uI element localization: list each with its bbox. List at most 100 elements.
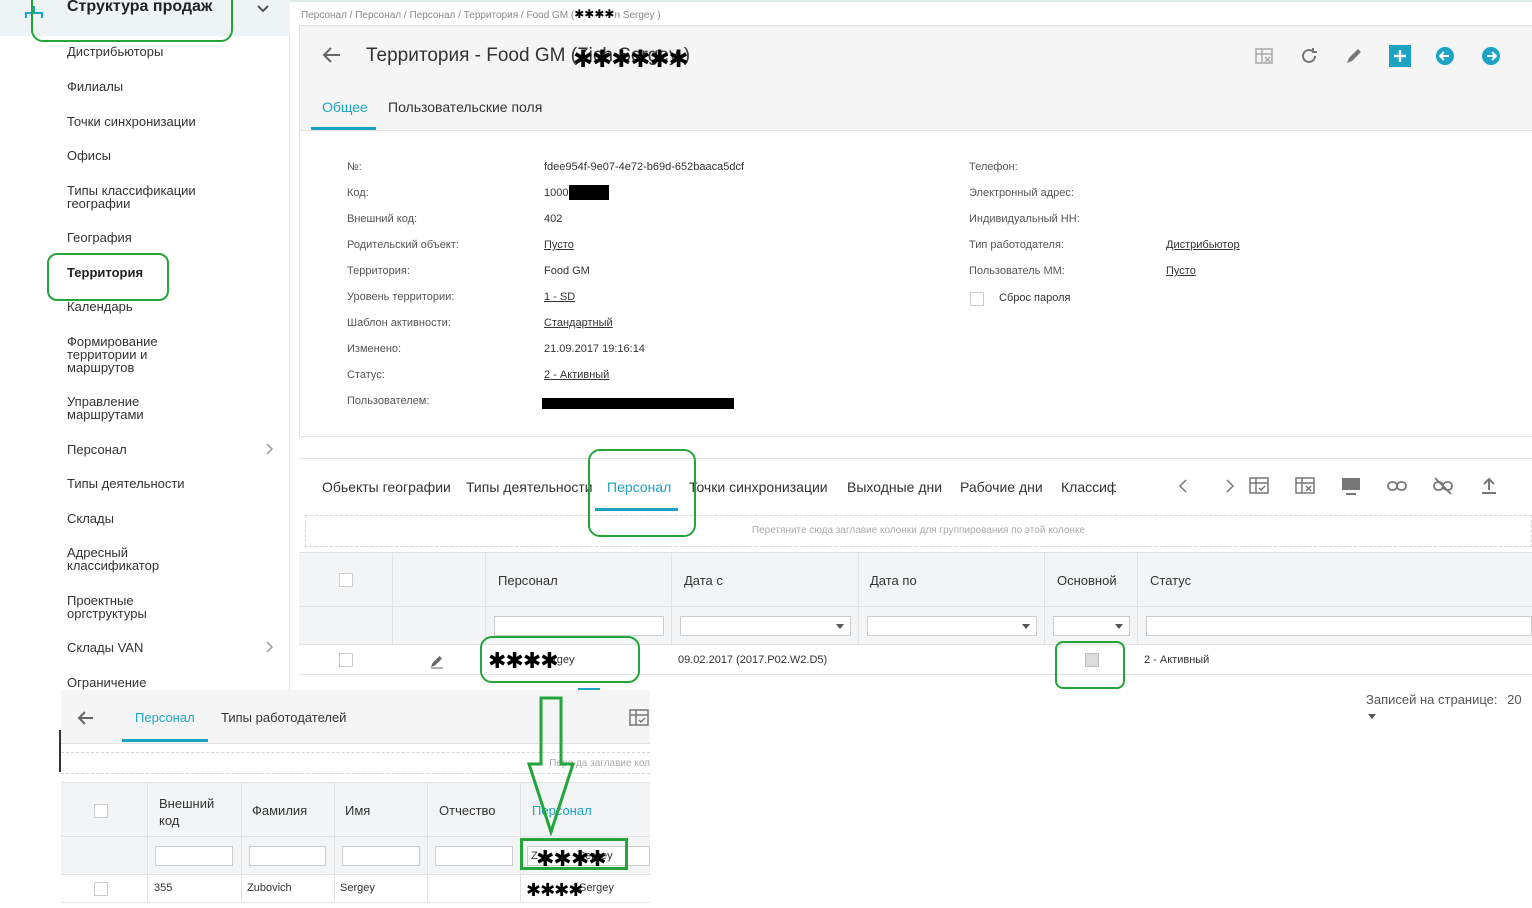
sidebar-item-personnel[interactable]: Персонал (67, 443, 227, 456)
back-arrow-icon[interactable] (322, 46, 342, 64)
dropdown-arrow-icon[interactable] (1368, 714, 1376, 719)
grid-check-icon[interactable] (1248, 475, 1270, 497)
field-value-territory-level-link[interactable]: 1 - SD (544, 291, 575, 303)
lookup-filter-last-name[interactable] (249, 846, 326, 866)
lookup-row-checkbox[interactable] (94, 882, 108, 896)
sidebar-item-project-orgstructures[interactable]: Проектные оргструктуры (67, 594, 167, 620)
title-redacted: ✱✱✱✱✱✱ (573, 46, 689, 73)
tab-activity-types[interactable]: Типы деятельности (466, 479, 593, 495)
add-icon[interactable] (1389, 45, 1411, 67)
column-primary[interactable]: Основной (1057, 573, 1117, 588)
chevron-right-icon[interactable] (1223, 475, 1237, 497)
row-checkbox[interactable] (339, 653, 353, 667)
monitor-user-icon[interactable] (1340, 475, 1362, 497)
field-value-status-link[interactable]: 2 - Активный (544, 369, 609, 381)
back-arrow-icon[interactable] (77, 710, 95, 726)
filter-date-from-select[interactable] (680, 616, 851, 636)
lookup-tab-personnel[interactable]: Персонал (135, 710, 195, 725)
filter-personnel-input[interactable] (494, 616, 664, 636)
edit-pencil-icon[interactable] (1344, 46, 1364, 66)
lookup-column-middle-name[interactable]: Отчество (439, 803, 496, 818)
sidebar-item-distributors[interactable]: Дистрибьюторы (67, 45, 227, 58)
tab-work-days[interactable]: Рабочие дни (960, 479, 1043, 495)
unlink-icon[interactable] (1432, 475, 1454, 497)
lookup-column-last-name[interactable]: Фамилия (252, 803, 307, 818)
chevron-right-icon[interactable] (264, 641, 274, 653)
sidebar-item-restriction[interactable]: Ограничение (67, 676, 227, 689)
sidebar-item-van-warehouses[interactable]: Склады VAN (67, 641, 227, 654)
filter-date-to-select[interactable] (867, 616, 1037, 636)
field-label-status: Статус: (347, 369, 385, 381)
cell-date-from: 09.02.2017 (2017.P02.W2.D5) (678, 654, 828, 666)
lookup-select-all-checkbox[interactable] (94, 804, 108, 818)
breadcrumb-tail: n Sergey ) (614, 10, 661, 21)
field-value-territory: Food GM (544, 265, 590, 277)
field-label-ext-code: Внешний код: (347, 213, 418, 225)
field-label-mm-user: Пользователь ММ: (969, 265, 1065, 277)
field-value-ext-code: 402 (544, 213, 563, 225)
sidebar-item-geo-classification[interactable]: Типы классификации географии (67, 184, 207, 210)
lookup-column-ext-code[interactable]: Внешний код (159, 795, 229, 829)
lookup-column-first-name[interactable]: Имя (345, 803, 370, 818)
tab-classifiers[interactable]: Классиф (1061, 479, 1116, 495)
column-date-from[interactable]: Дата с (684, 573, 723, 588)
field-value-activity-template-link[interactable]: Стандартный (544, 317, 613, 329)
export-icon[interactable] (1478, 475, 1500, 497)
highlight-personnel-tab (588, 449, 696, 537)
record-header: Территория - Food GM (Zich Sergey ) ✱✱✱✱… (300, 26, 1532, 131)
highlight-primary-cell (1055, 641, 1125, 689)
refresh-icon[interactable] (1299, 46, 1319, 66)
grid-settings-icon[interactable] (1254, 46, 1274, 66)
breadcrumb-path[interactable]: Персонал / Персонал / Персонал / Террито… (301, 10, 574, 21)
edit-pencil-icon[interactable] (429, 653, 445, 669)
page-size-select[interactable]: 20 (1507, 692, 1521, 707)
column-personnel[interactable]: Персонал (498, 573, 558, 588)
next-record-icon[interactable] (1481, 46, 1501, 66)
sidebar-item-geography[interactable]: География (67, 231, 227, 244)
reset-password-checkbox[interactable] (970, 292, 984, 306)
dropdown-arrow-icon (836, 624, 844, 629)
sidebar: Структура продаж Дистрибьюторы Филиалы Т… (0, 0, 290, 690)
lookup-tab-employer-types[interactable]: Типы работодателей (221, 710, 346, 725)
column-status[interactable]: Статус (1150, 573, 1191, 588)
sidebar-item-territory-forming[interactable]: Формирование территории и маршрутов (67, 335, 177, 374)
dropdown-arrow-icon (1022, 624, 1030, 629)
tab-general[interactable]: Общее (322, 99, 368, 115)
sidebar-item-offices[interactable]: Офисы (67, 149, 227, 162)
field-label-activity-template: Шаблон активности: (347, 317, 451, 329)
prev-record-icon[interactable] (1435, 46, 1455, 66)
down-arrow-annotation-icon (526, 696, 576, 836)
sidebar-item-activity-types[interactable]: Типы деятельности (67, 477, 227, 490)
chevron-right-icon[interactable] (264, 443, 274, 455)
lookup-filter-middle-name[interactable] (435, 846, 513, 866)
grid-check-icon[interactable] (628, 708, 650, 728)
sidebar-item-calendar[interactable]: Календарь (67, 300, 227, 313)
sidebar-item-sync-points[interactable]: Точки синхронизации (67, 115, 227, 128)
field-value-mm-user-link[interactable]: Пусто (1166, 265, 1196, 277)
sidebar-item-route-management[interactable]: Управление маршрутами (67, 395, 157, 421)
lookup-filter-ext-code[interactable] (155, 846, 233, 866)
tab-custom-fields[interactable]: Пользовательские поля (388, 99, 542, 115)
tab-days-off[interactable]: Выходные дни (847, 479, 942, 495)
filter-status-input[interactable] (1146, 616, 1532, 636)
filter-primary-select[interactable] (1053, 616, 1130, 636)
sidebar-item-address-classifier[interactable]: Адресный классификатор (67, 546, 167, 572)
chevron-left-icon[interactable] (1176, 475, 1190, 497)
tab-geo-objects[interactable]: Обьекты географии (322, 479, 451, 495)
group-by-drop-zone[interactable]: Перетяните сюда заглавие колонки для гру… (305, 515, 1532, 547)
reset-password-label: Сброс пароля (999, 292, 1071, 304)
chevron-down-icon[interactable] (256, 4, 270, 14)
field-value-parent-link[interactable]: Пусто (544, 239, 574, 251)
field-label-territory: Территория: (347, 265, 410, 277)
sidebar-item-warehouses[interactable]: Склады (67, 512, 227, 525)
link-icon[interactable] (1386, 475, 1408, 497)
select-all-checkbox[interactable] (339, 573, 353, 587)
tab-sync-points[interactable]: Точки синхронизации (689, 479, 828, 495)
field-value-employer-type-link[interactable]: Дистрибьютор (1166, 239, 1240, 251)
sidebar-item-branches[interactable]: Филиалы (67, 80, 227, 93)
grid-header: Персонал Дата с Дата по Основной Статус (299, 552, 1532, 607)
field-label-employer-type: Тип работодателя: (969, 239, 1064, 251)
column-date-to[interactable]: Дата по (870, 573, 917, 588)
lookup-filter-first-name[interactable] (342, 846, 420, 866)
grid-remove-icon[interactable] (1294, 475, 1316, 497)
